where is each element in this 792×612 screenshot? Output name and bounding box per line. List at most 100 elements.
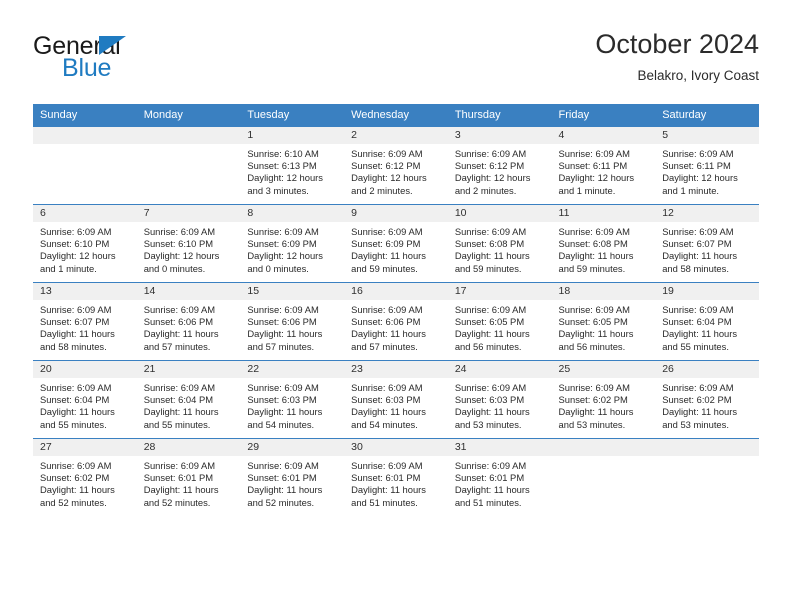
calendar-day-cell: 13 Sunrise: 6:09 AM Sunset: 6:07 PM Dayligh… (33, 282, 137, 361)
day-details: Sunrise: 6:09 AM Sunset: 6:04 PM Daylight:… (33, 378, 137, 431)
daylight-text: Daylight: 11 hours and 52 minutes. (40, 484, 115, 508)
day-details: Sunrise: 6:09 AM Sunset: 6:10 PM Daylight:… (33, 222, 137, 275)
daylight-text: Daylight: 12 hours and 2 minutes. (454, 172, 531, 196)
day-details: Sunrise: 6:09 AM Sunset: 6:06 PM Daylight:… (344, 300, 448, 353)
day-number: 20 (33, 361, 137, 378)
daylight-text: Daylight: 11 hours and 53 minutes. (454, 406, 530, 430)
sunrise-text: Sunrise: 6:09 AM (351, 460, 423, 471)
day-details: Sunrise: 6:10 AM Sunset: 6:13 PM Daylight:… (240, 144, 344, 197)
day-number: 4 (551, 127, 656, 144)
calendar-day-cell: 31 Sunrise: 6:09 AM Sunset: 6:01 PM Dayligh… (447, 438, 552, 516)
logo-text-blue: Blue (62, 54, 112, 82)
day-number: 15 (240, 283, 345, 300)
sunset-text: Sunset: 6:02 PM (40, 472, 110, 484)
calendar-day-cell: 9 Sunrise: 6:09 AM Sunset: 6:09 PM Daylight… (344, 204, 448, 283)
sunset-text: Sunset: 6:06 PM (247, 316, 317, 328)
sunset-text: Sunset: 6:11 PM (558, 160, 628, 172)
day-number: 5 (655, 127, 759, 144)
day-details: Sunrise: 6:09 AM Sunset: 6:01 PM Daylight:… (344, 456, 448, 509)
day-number: 6 (33, 205, 137, 222)
sunrise-text: Sunrise: 6:09 AM (40, 460, 112, 471)
day-number: 24 (447, 361, 552, 378)
weekday-header-row: Sunday Monday Tuesday Wednesday Thursday… (33, 104, 759, 127)
day-number: 19 (655, 283, 759, 300)
day-number: 17 (447, 283, 552, 300)
sunset-text: Sunset: 6:05 PM (558, 316, 628, 328)
day-number: 28 (136, 439, 241, 456)
day-number: 3 (447, 127, 552, 144)
day-details: Sunrise: 6:09 AM Sunset: 6:01 PM Daylight:… (240, 456, 344, 509)
day-number: 30 (344, 439, 448, 456)
logo-triangle-icon (99, 36, 126, 55)
page-title: October 2024 (595, 29, 759, 59)
day-number: 2 (344, 127, 448, 144)
sunset-text: Sunset: 6:12 PM (351, 160, 421, 172)
calendar-day-cell: 21 Sunrise: 6:09 AM Sunset: 6:04 PM Dayligh… (136, 360, 241, 439)
general-blue-logo: General Blue (33, 34, 213, 90)
calendar-week-row: 13 Sunrise: 6:09 AM Sunset: 6:07 PM Dayligh… (33, 282, 759, 361)
sunrise-text: Sunrise: 6:09 AM (143, 460, 216, 471)
daylight-text: Daylight: 11 hours and 55 minutes. (40, 406, 115, 430)
sunset-text: Sunset: 6:09 PM (247, 238, 317, 250)
day-details: Sunrise: 6:09 AM Sunset: 6:04 PM Daylight:… (137, 378, 241, 431)
calendar-day-cell: 7 Sunrise: 6:09 AM Sunset: 6:10 PM Daylight… (136, 204, 241, 283)
calendar-day-cell: 10 Sunrise: 6:09 AM Sunset: 6:08 PM Dayligh… (447, 204, 552, 283)
day-details: Sunrise: 6:09 AM Sunset: 6:12 PM Daylight:… (344, 144, 448, 197)
sunrise-text: Sunrise: 6:09 AM (558, 226, 630, 237)
day-details: Sunrise: 6:09 AM Sunset: 6:02 PM Daylight:… (33, 456, 137, 509)
day-number: 11 (551, 205, 656, 222)
sunset-text: Sunset: 6:10 PM (143, 238, 214, 250)
daylight-text: Daylight: 11 hours and 52 minutes. (247, 484, 323, 508)
sunset-text: Sunset: 6:02 PM (662, 394, 732, 406)
sunrise-text: Sunrise: 6:09 AM (558, 148, 630, 159)
day-number: 21 (136, 361, 241, 378)
daylight-text: Daylight: 11 hours and 58 minutes. (662, 250, 738, 274)
sunrise-text: Sunrise: 6:09 AM (454, 382, 527, 393)
weekday-header-friday: Friday (551, 104, 656, 127)
sunset-text: Sunset: 6:04 PM (143, 394, 214, 406)
sunrise-text: Sunrise: 6:09 AM (247, 382, 319, 393)
calendar-day-cell: 29 Sunrise: 6:09 AM Sunset: 6:01 PM Dayligh… (240, 438, 345, 516)
sunset-text: Sunset: 6:04 PM (40, 394, 110, 406)
sunset-text: Sunset: 6:01 PM (143, 472, 214, 484)
daylight-text: Daylight: 12 hours and 2 minutes. (351, 172, 427, 196)
weekday-header-tuesday: Tuesday (240, 104, 345, 127)
sunrise-text: Sunrise: 6:09 AM (454, 148, 527, 159)
sunset-text: Sunset: 6:09 PM (351, 238, 421, 250)
sunrise-sunset-calendar-table: Sunday Monday Tuesday Wednesday Thursday… (33, 104, 759, 516)
daylight-text: Daylight: 11 hours and 55 minutes. (143, 406, 219, 430)
daylight-text: Daylight: 11 hours and 57 minutes. (247, 328, 323, 352)
day-details: Sunrise: 6:09 AM Sunset: 6:05 PM Daylight:… (448, 300, 552, 353)
calendar-day-cell-empty (136, 126, 241, 205)
sunrise-text: Sunrise: 6:09 AM (454, 460, 527, 471)
day-details: Sunrise: 6:09 AM Sunset: 6:11 PM Daylight:… (655, 144, 759, 197)
calendar-body: 1 Sunrise: 6:10 AM Sunset: 6:13 PM Daylight… (33, 126, 759, 516)
sunrise-text: Sunrise: 6:09 AM (351, 382, 423, 393)
sunset-text: Sunset: 6:08 PM (558, 238, 628, 250)
sunset-text: Sunset: 6:03 PM (247, 394, 317, 406)
weekday-header-sunday: Sunday (33, 104, 137, 127)
day-details: Sunrise: 6:09 AM Sunset: 6:09 PM Daylight:… (344, 222, 448, 275)
day-number: 27 (33, 439, 137, 456)
sunrise-text: Sunrise: 6:09 AM (143, 304, 216, 315)
calendar-week-row: 20 Sunrise: 6:09 AM Sunset: 6:04 PM Dayligh… (33, 360, 759, 439)
daylight-text: Daylight: 11 hours and 51 minutes. (454, 484, 530, 508)
daylight-text: Daylight: 11 hours and 54 minutes. (247, 406, 323, 430)
daylight-text: Daylight: 11 hours and 56 minutes. (454, 328, 530, 352)
calendar-day-cell: 18 Sunrise: 6:09 AM Sunset: 6:05 PM Dayligh… (551, 282, 656, 361)
sunset-text: Sunset: 6:06 PM (143, 316, 214, 328)
sunrise-text: Sunrise: 6:09 AM (247, 304, 319, 315)
day-details: Sunrise: 6:09 AM Sunset: 6:03 PM Daylight:… (344, 378, 448, 431)
calendar-day-cell: 15 Sunrise: 6:09 AM Sunset: 6:06 PM Dayligh… (240, 282, 345, 361)
day-number (136, 127, 241, 144)
day-details: Sunrise: 6:09 AM Sunset: 6:01 PM Daylight:… (448, 456, 552, 509)
day-number: 31 (447, 439, 552, 456)
day-number: 8 (240, 205, 345, 222)
calendar-day-cell: 16 Sunrise: 6:09 AM Sunset: 6:06 PM Dayligh… (344, 282, 448, 361)
day-details: Sunrise: 6:09 AM Sunset: 6:11 PM Daylight:… (552, 144, 656, 197)
day-details: Sunrise: 6:09 AM Sunset: 6:08 PM Daylight:… (448, 222, 552, 275)
weekday-header-wednesday: Wednesday (344, 104, 448, 127)
calendar-day-cell: 22 Sunrise: 6:09 AM Sunset: 6:03 PM Dayligh… (240, 360, 345, 439)
daylight-text: Daylight: 11 hours and 53 minutes. (662, 406, 738, 430)
daylight-text: Daylight: 12 hours and 1 minute. (40, 250, 116, 274)
